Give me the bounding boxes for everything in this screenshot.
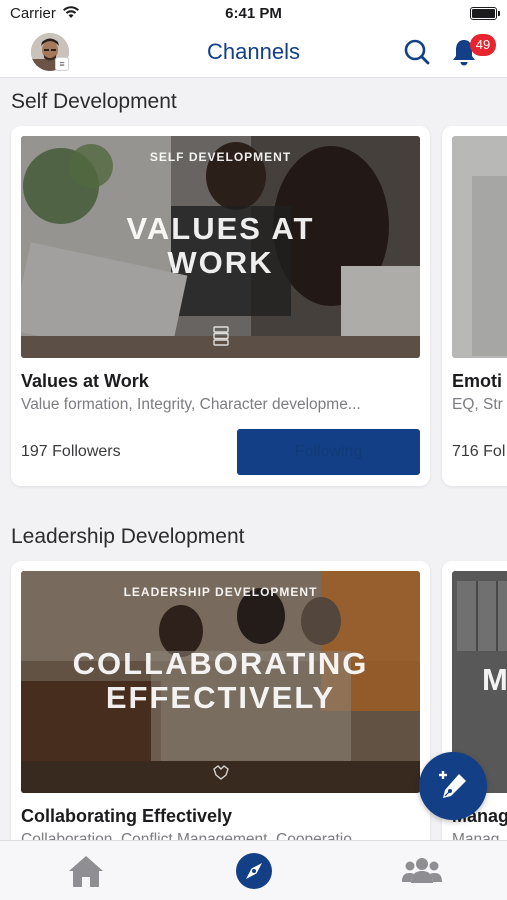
channel-card[interactable]: LEADERSHIP DEVELOPMENT COLLABORATING EFF… (11, 561, 430, 851)
book-icon (213, 326, 229, 346)
cover-title-line1: M (482, 662, 507, 697)
cover-category-text: LEADERSHIP DEVELOPMENT (123, 585, 318, 599)
channel-cover-image: SELF DEVELOPMENT VALUES AT WORK (21, 136, 420, 358)
channel-title: Collaborating Effectively (21, 806, 233, 826)
channel-card[interactable]: Emoti EQ, Str 716 Fol (442, 126, 507, 486)
followers-count: 716 Fol (452, 443, 506, 460)
nav-bar: ≡ Channels 49 (0, 28, 507, 78)
search-icon[interactable] (403, 38, 431, 66)
notification-badge: 49 (470, 34, 496, 56)
channel-cover-image (452, 136, 507, 358)
people-icon[interactable] (402, 851, 442, 891)
channel-tags: Value formation, Integrity, Character de… (21, 396, 361, 413)
following-button[interactable]: Following (237, 429, 420, 475)
followers-count: 197 Followers (21, 443, 121, 460)
channel-title: Values at Work (21, 371, 149, 391)
section-title-leadership-development: Leadership Development (11, 525, 245, 548)
section-title-self-development: Self Development (11, 90, 177, 113)
tab-bar (0, 840, 507, 900)
battery-icon (470, 7, 500, 20)
cover-category-text: SELF DEVELOPMENT (149, 150, 292, 164)
channel-card[interactable]: SELF DEVELOPMENT VALUES AT WORK Values a… (11, 126, 430, 486)
channel-cover-image: LEADERSHIP DEVELOPMENT COLLABORATING EFF… (21, 571, 420, 793)
channel-tags: EQ, Str (452, 396, 503, 413)
cover-title-line2: WORK (167, 245, 274, 280)
status-bar: Carrier 6:41 PM (0, 0, 507, 28)
home-icon[interactable] (66, 851, 106, 891)
cover-title-line2: EFFECTIVELY (105, 680, 336, 715)
cover-title-line1: COLLABORATING (72, 646, 369, 681)
compass-icon[interactable] (234, 851, 274, 891)
cover-title-line1: VALUES AT (126, 211, 315, 246)
channel-title: Emoti (452, 371, 503, 391)
handshake-icon (212, 763, 230, 781)
compose-button[interactable] (419, 752, 487, 820)
status-time: 6:41 PM (225, 5, 282, 22)
